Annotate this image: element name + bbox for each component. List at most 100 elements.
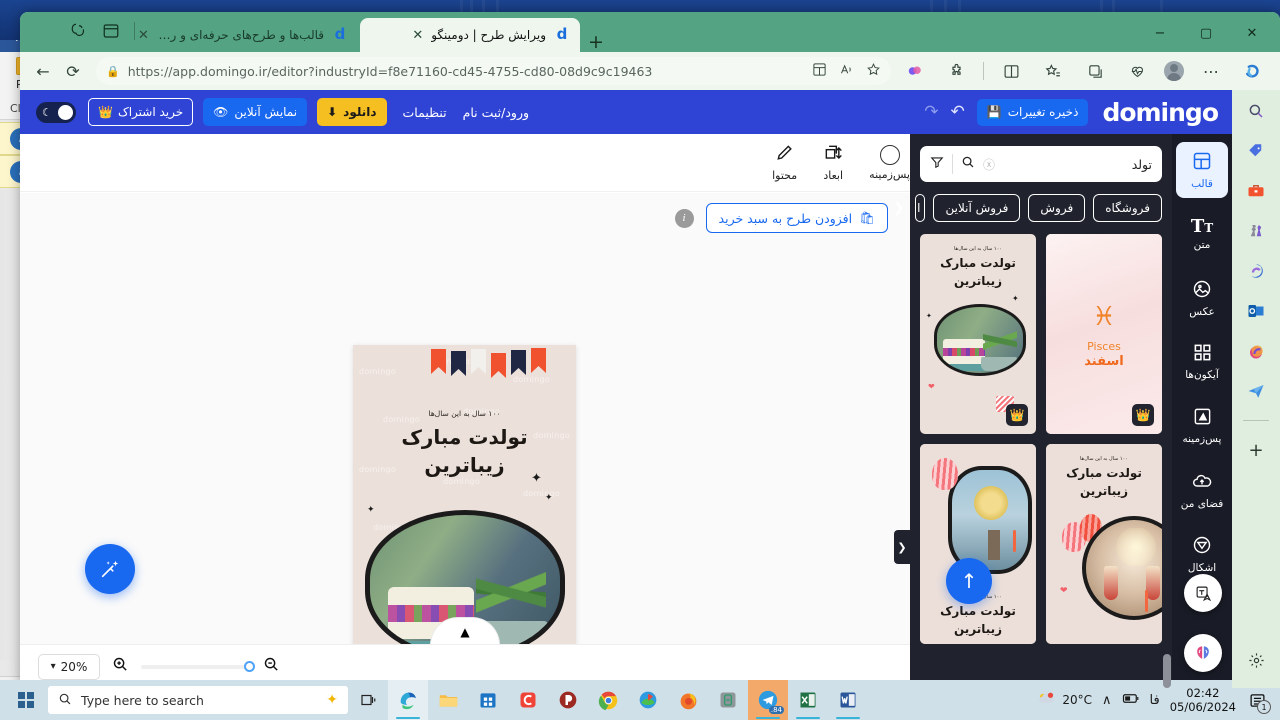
info-icon[interactable]: i	[674, 208, 694, 228]
firefox-icon[interactable]	[668, 680, 708, 720]
buy-subscription-button[interactable]: خرید اشتراک 👑	[88, 98, 194, 126]
copilot-icon[interactable]	[1184, 634, 1222, 672]
search-icon[interactable]	[1245, 100, 1267, 122]
add-to-cart-button[interactable]: 🛍 افزودن طرح به سبد خرید	[705, 203, 888, 233]
chevron-up-icon[interactable]: ∧	[1102, 693, 1112, 708]
tool-content[interactable]: محتوا	[772, 143, 797, 182]
chevron-left-icon[interactable]: ❮	[890, 200, 908, 216]
read-aloud-icon[interactable]	[839, 62, 854, 80]
category-chip-more[interactable]: ا	[915, 194, 926, 222]
telegram-icon[interactable]	[1245, 380, 1267, 402]
settings-link[interactable]: تنظیمات	[403, 105, 447, 120]
category-chip-sale[interactable]: فروش	[1028, 194, 1086, 222]
browser-essentials-icon[interactable]	[1080, 56, 1110, 86]
chrome-icon[interactable]	[588, 680, 628, 720]
designer-icon[interactable]	[1245, 340, 1267, 362]
download-button[interactable]: دانلود ⬇	[317, 98, 387, 126]
template-card[interactable]: Pisces ♓ Pisces اسفند 👑	[1046, 234, 1162, 434]
theme-toggle[interactable]: ☾	[36, 101, 76, 123]
notification-icon[interactable]: 1	[1246, 689, 1271, 714]
browser-tab-2[interactable]: d ویرایش طرح | دومینگو ✕	[360, 18, 580, 52]
sidebar-item-background[interactable]: پس‌زمینه	[1176, 398, 1228, 454]
design-subtitle[interactable]: ۱۰۰ سال به این سال‌ها	[353, 409, 576, 418]
gear-icon[interactable]	[1248, 652, 1265, 674]
tool-dimensions[interactable]: ابعاد	[823, 143, 843, 182]
close-icon[interactable]: ✕	[138, 28, 149, 43]
category-chip-shop[interactable]: فروشگاه	[1093, 194, 1162, 222]
browser-tab-1[interactable]: d قالب‌ها و طرح‌های حرفه‌ای و رایگان ✕	[128, 18, 358, 52]
magic-wand-button[interactable]	[85, 544, 135, 594]
copilot-icon[interactable]	[899, 56, 929, 86]
games-icon[interactable]	[1245, 220, 1267, 242]
language-indicator[interactable]: فا	[1150, 693, 1160, 708]
outlook-icon[interactable]	[1245, 300, 1267, 322]
reload-button[interactable]: ⟳	[58, 56, 88, 86]
excel-icon[interactable]	[788, 680, 828, 720]
back-button[interactable]: ←	[28, 56, 58, 86]
weather-widget[interactable]: 20°C	[1036, 690, 1092, 711]
online-preview-button[interactable]: نمایش آنلاین 👁	[203, 98, 308, 126]
zoom-out-icon[interactable]	[263, 656, 280, 677]
file-explorer-icon[interactable]	[428, 680, 468, 720]
favorite-star-icon[interactable]	[866, 62, 881, 80]
design-headline-1[interactable]: تولدت مبارک	[353, 425, 576, 449]
panel-collapse-button[interactable]: ❯	[894, 530, 910, 564]
add-icon[interactable]: +	[1245, 439, 1267, 461]
minimize-button[interactable]: −	[1138, 20, 1182, 46]
idm-icon[interactable]	[628, 680, 668, 720]
split-screen-icon[interactable]	[996, 56, 1026, 86]
camtasia-icon[interactable]	[508, 680, 548, 720]
filter-icon[interactable]	[930, 155, 944, 173]
design-headline-2[interactable]: زیباترین	[353, 453, 576, 477]
clear-icon[interactable]: ⓧ	[983, 156, 995, 173]
translate-icon[interactable]	[1184, 574, 1222, 612]
sidebar-item-image[interactable]: عکس	[1176, 270, 1228, 326]
undo-icon[interactable]: ↶	[951, 102, 965, 122]
maximize-button[interactable]: ▢	[1184, 20, 1228, 46]
task-view-icon[interactable]	[348, 680, 388, 720]
close-button[interactable]: ✕	[1230, 20, 1274, 46]
templates-scrollbar[interactable]	[1163, 654, 1171, 688]
tab-layout-icon[interactable]	[102, 22, 120, 40]
tool-background[interactable]: پس‌زمینه	[869, 144, 910, 181]
zoom-in-icon[interactable]	[112, 656, 129, 677]
template-card[interactable]: ۱۰۰ سال به این سال‌ها تولدت مبارک زیباتر…	[1046, 444, 1162, 644]
search-icon[interactable]	[961, 155, 975, 173]
sidebar-item-template[interactable]: قالب	[1176, 142, 1228, 198]
windows-start-icon[interactable]	[4, 680, 48, 720]
telegram-icon[interactable]: .84	[748, 680, 788, 720]
battery-icon[interactable]	[1122, 692, 1140, 709]
template-card[interactable]: ۱۰۰ سال به این سال‌ها تولدت مبارک زیباتر…	[920, 234, 1036, 434]
redo-icon[interactable]: ↷	[924, 102, 938, 122]
sidebar-item-my-space[interactable]: فضای من	[1176, 462, 1228, 518]
brand-logo[interactable]: domingo	[1102, 98, 1219, 127]
microsoft-store-icon[interactable]	[468, 680, 508, 720]
zoom-level-select[interactable]: ▾ 20%	[38, 653, 100, 680]
copilot-tabs-icon[interactable]	[70, 22, 88, 40]
collections-star-icon[interactable]	[1038, 56, 1068, 86]
extensions-icon[interactable]	[941, 56, 971, 86]
new-tab-button[interactable]: +	[588, 33, 604, 52]
sidebar-item-icons[interactable]: آیکون‌ها	[1176, 334, 1228, 390]
performance-icon[interactable]	[1122, 56, 1152, 86]
category-chip-online-sale[interactable]: فروش آنلاین	[933, 194, 1021, 222]
edge-icon[interactable]	[388, 680, 428, 720]
account-link[interactable]: ورود/ثبت نام	[463, 105, 529, 120]
zoom-slider[interactable]	[141, 660, 255, 672]
settings-more-icon[interactable]: ⋯	[1196, 56, 1226, 86]
clock[interactable]: 02:42 05/06/2024	[1170, 686, 1236, 714]
template-card[interactable]: ۱۰۰ سال به این سال‌ها تولدت مبارک زیباتر…	[920, 444, 1036, 644]
microsoft365-icon[interactable]	[1245, 260, 1267, 282]
canvas-area[interactable]: 🛍 افزودن طرح به سبد خرید i domingo domin…	[20, 193, 910, 688]
app-icon[interactable]	[708, 680, 748, 720]
search-input[interactable]: تولد	[1003, 157, 1152, 172]
close-icon[interactable]: ✕	[412, 28, 423, 43]
shopping-tag-icon[interactable]	[1245, 140, 1267, 162]
zoom-slider-handle[interactable]	[244, 660, 255, 672]
word-icon[interactable]	[828, 680, 868, 720]
profile-avatar[interactable]	[1164, 61, 1184, 81]
split-screen-icon[interactable]	[812, 62, 827, 80]
copilot-sidebar-icon[interactable]	[1238, 56, 1268, 86]
potplayer-icon[interactable]	[548, 680, 588, 720]
search-input[interactable]: Type here to search ✦	[48, 686, 348, 714]
